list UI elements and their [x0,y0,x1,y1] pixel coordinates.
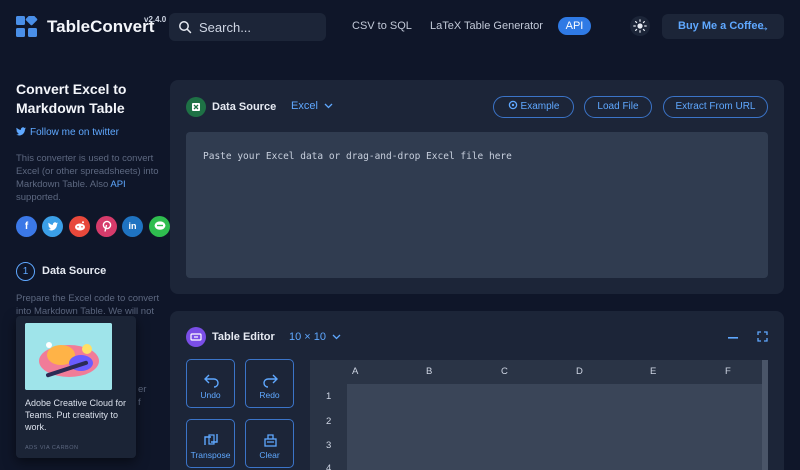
fullscreen-icon[interactable] [757,331,768,342]
search-input[interactable] [199,18,319,36]
example-button[interactable]: Example [493,96,574,118]
redo-label: Redo [259,390,280,400]
undo-icon [204,374,219,388]
linkedin-share-button[interactable]: in [122,216,143,237]
twitter-icon [16,127,26,136]
ad-illustration [25,323,112,390]
coffee-button-label: Buy Me a Coffee [678,20,764,32]
search-icon [179,21,192,34]
row-header-column [310,360,347,470]
column-header[interactable]: F [725,366,731,377]
data-source-title: Data Source [212,101,277,113]
description-text: This converter is used to convert Excel … [16,153,159,190]
brand-name[interactable]: TableConvert [47,17,154,37]
line-share-button[interactable] [149,216,170,237]
reddit-share-button[interactable] [69,216,90,237]
arrow-right-icon: → [757,19,770,34]
undo-label: Undo [200,390,221,400]
format-select[interactable]: Excel [291,100,333,112]
clear-label: Clear [259,450,280,460]
line-chat-icon [154,221,165,230]
twitter-icon [47,222,58,231]
facebook-share-button[interactable]: f [16,216,37,237]
converter-description: This converter is used to convert Excel … [16,152,171,204]
column-header-row [310,360,768,384]
pinterest-share-button[interactable] [96,216,117,237]
table-editor-icon [186,327,206,347]
chevron-down-icon [332,334,341,340]
ad-text[interactable]: Adobe Creative Cloud for Teams. Put crea… [25,397,130,433]
column-header[interactable]: D [576,366,583,377]
nav-api-button[interactable]: API [558,17,591,35]
follow-twitter-label: Follow me on twitter [30,127,119,138]
table-editor-grid[interactable]: A B C D E F 1 2 3 4 [310,360,768,470]
table-editor-title: Table Editor [212,331,275,343]
transpose-label: Transpose [190,450,231,460]
extract-from-url-button[interactable]: Extract From URL [663,96,768,118]
transpose-icon [204,434,218,445]
description-api-link[interactable]: API [110,179,125,190]
nav-link-csv-to-sql[interactable]: CSV to SQL [352,20,412,32]
step-title: Data Source [42,265,107,277]
search-box[interactable] [169,13,326,41]
ad-via-carbon[interactable]: ADS VIA CARBON [25,445,78,451]
twitter-share-button[interactable] [42,216,63,237]
clear-icon [264,434,277,447]
page-title: Convert Excel to Markdown Table [16,81,127,116]
row-header[interactable]: 3 [326,440,331,451]
tableconvert-logo-icon[interactable] [16,16,38,38]
follow-twitter-link[interactable]: Follow me on twitter [16,127,119,138]
clear-button[interactable]: Clear [245,419,294,468]
ad-image[interactable] [25,323,112,390]
excel-icon [186,97,206,117]
step-text-fragment: f [138,397,141,408]
chevron-down-icon [324,103,333,109]
example-icon [508,100,517,110]
table-size-select[interactable]: 10 × 10 [289,331,341,343]
pinterest-icon [102,220,111,232]
nav-link-latex-table-generator[interactable]: LaTeX Table Generator [430,20,543,32]
reddit-icon [74,221,85,231]
column-header[interactable]: B [426,366,432,377]
load-file-button[interactable]: Load File [584,96,652,118]
row-header[interactable]: 1 [326,391,331,402]
row-header[interactable]: 4 [326,463,331,470]
grid-scrollbar[interactable] [762,360,768,470]
description-end: supported. [16,192,61,203]
top-header: TableConvert v2.4.0 CSV to SQL LaTeX Tab… [0,0,800,54]
redo-icon [263,374,278,388]
data-input-textarea[interactable] [186,132,768,278]
theme-toggle-button[interactable] [630,16,650,36]
step-text-fragment: er [138,384,147,395]
carbon-ad[interactable]: Adobe Creative Cloud for Teams. Put crea… [16,316,136,458]
buy-me-a-coffee-button[interactable]: Buy Me a Coffee → [662,14,784,39]
version-label: v2.4.0 [144,15,167,24]
minimize-icon[interactable] [728,337,738,339]
linkedin-icon: in [128,221,137,231]
step-description: Prepare the Excel code to convert into M… [16,293,160,317]
sun-icon [633,19,647,33]
format-select-value: Excel [291,100,318,112]
example-button-label: Example [520,101,560,112]
facebook-icon: f [24,221,29,232]
undo-button[interactable]: Undo [186,359,235,408]
redo-button[interactable]: Redo [245,359,294,408]
transpose-button[interactable]: Transpose [186,419,235,468]
row-header[interactable]: 2 [326,416,331,427]
column-header[interactable]: A [352,366,358,377]
column-header[interactable]: C [501,366,508,377]
table-size-value: 10 × 10 [289,331,327,343]
column-header[interactable]: E [650,366,656,377]
step-number: 1 [16,262,35,281]
